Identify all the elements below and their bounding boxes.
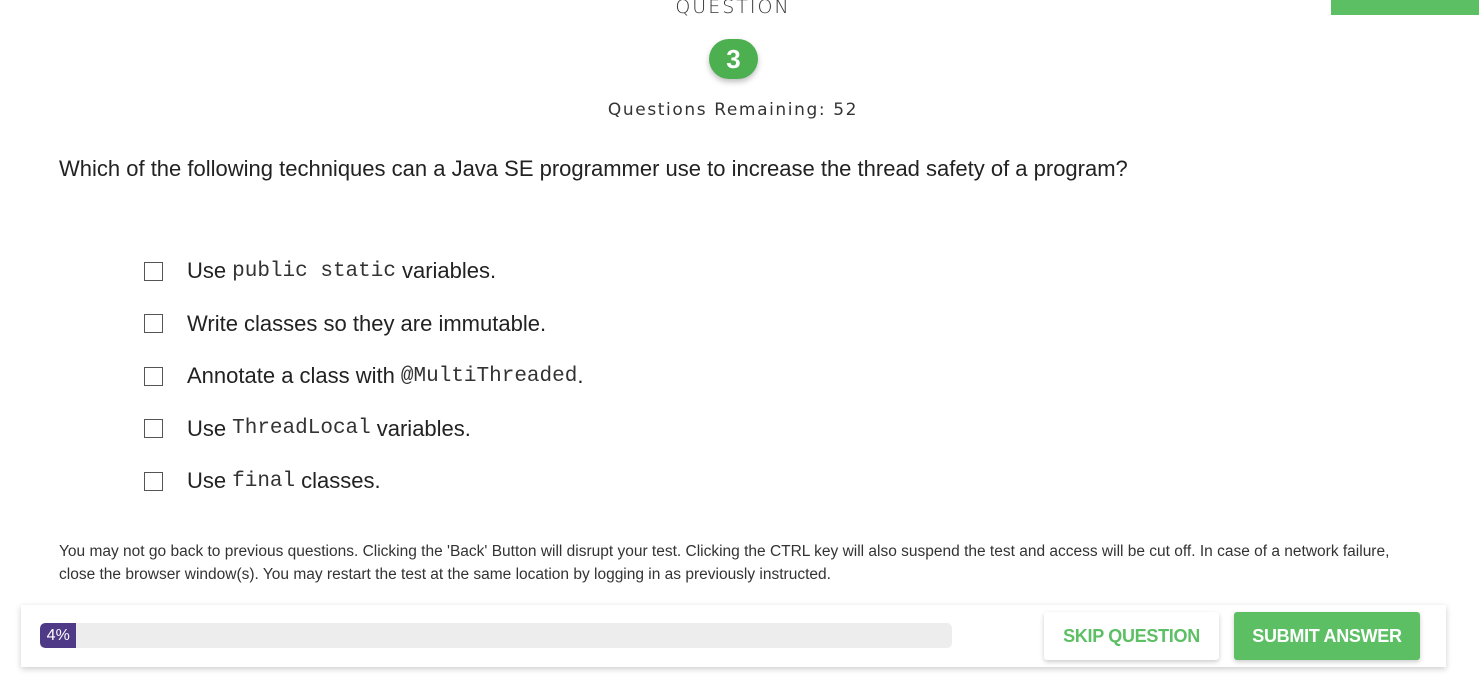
option-text: Annotate a class with xyxy=(187,363,395,389)
option-code: @MultiThreaded xyxy=(400,364,578,388)
option-text: Write classes so they are immutable. xyxy=(187,310,547,336)
progress-fill: 4% xyxy=(40,623,77,648)
option-text: classes. xyxy=(301,468,381,494)
option-checkbox[interactable] xyxy=(144,419,163,439)
questions-remaining: Questions Remaining: 52 xyxy=(607,100,859,120)
option-4[interactable]: Use ThreadLocal variables. xyxy=(144,403,583,456)
option-text: Use xyxy=(187,258,227,284)
option-checkbox[interactable] xyxy=(144,314,163,334)
option-2[interactable]: Write classes so they are immutable. xyxy=(144,298,583,351)
question-header: QUESTION xyxy=(675,0,791,18)
footer-bar: 4% SKIP QUESTION SUBMIT ANSWER xyxy=(21,605,1446,667)
option-text: Use xyxy=(187,468,227,494)
option-checkbox[interactable] xyxy=(144,471,163,491)
option-code: ThreadLocal xyxy=(232,417,371,441)
option-text: variables. xyxy=(401,258,497,284)
answer-options: Use public static variables. Write class… xyxy=(144,245,583,508)
question-number-badge: 3 xyxy=(709,39,758,79)
option-code: public static xyxy=(232,259,396,283)
skip-question-button[interactable]: SKIP QUESTION xyxy=(1044,612,1219,660)
option-checkbox[interactable] xyxy=(144,261,163,281)
progress-bar: 4% xyxy=(40,623,952,648)
option-1[interactable]: Use public static variables. xyxy=(144,245,583,298)
option-5[interactable]: Use final classes. xyxy=(144,455,583,508)
question-text: Which of the following techniques can a … xyxy=(59,156,1128,181)
test-notice: You may not go back to previous question… xyxy=(59,543,1390,583)
option-text: variables. xyxy=(376,415,471,441)
option-checkbox[interactable] xyxy=(144,366,163,386)
option-code: final xyxy=(232,469,296,493)
option-text: . xyxy=(577,363,584,389)
option-text: Use xyxy=(187,415,227,441)
option-3[interactable]: Annotate a class with @MultiThreaded . xyxy=(144,350,583,403)
submit-answer-button[interactable]: SUBMIT ANSWER xyxy=(1234,612,1420,660)
